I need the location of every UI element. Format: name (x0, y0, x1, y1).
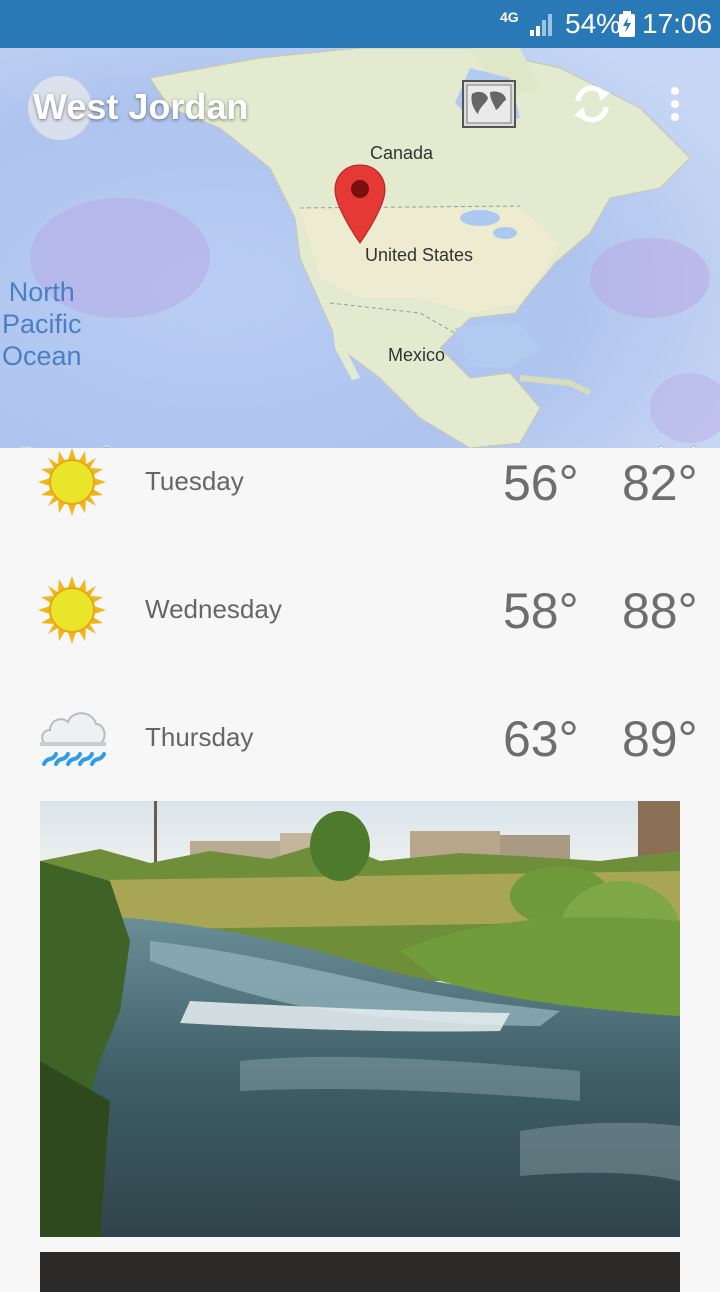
map-label-mexico: Mexico (388, 345, 446, 365)
low-temp: 63° (503, 711, 579, 767)
ocean-line-2: Pacific (2, 309, 82, 339)
forecast-row[interactable]: Wednesday 58° 88° (0, 576, 720, 704)
low-temp: 56° (503, 455, 579, 511)
city-photo[interactable] (40, 801, 680, 1237)
city-photo-image (40, 801, 680, 1237)
battery-icon (619, 11, 635, 37)
map-label-united-states: United States (365, 245, 474, 265)
day-name: Thursday (145, 722, 254, 752)
refresh-icon[interactable] (570, 83, 614, 125)
forecast-row[interactable]: Tuesday 56° 82° (0, 448, 720, 576)
high-temp: 82° (622, 455, 698, 511)
city-photo-2[interactable] (40, 1252, 680, 1292)
battery-percent: 54% (565, 8, 622, 39)
map-label-ocean: North Pacific Ocean (2, 276, 82, 372)
day-name: Tuesday (145, 466, 244, 496)
location-pin-icon[interactable] (333, 163, 387, 245)
google-logo: Google (12, 441, 131, 448)
ocean-line-3: Ocean (2, 341, 82, 371)
map-label-canada: Canada (370, 143, 434, 163)
sun-icon (38, 448, 106, 516)
clock: 17:06 (642, 8, 713, 39)
sun-icon (38, 576, 106, 644)
status-bar: 4G 54% 17:06 (0, 0, 720, 48)
signal-icon (530, 14, 552, 36)
high-temp: 89° (622, 711, 698, 767)
network-type: 4G (500, 9, 519, 25)
low-temp: 58° (503, 583, 579, 639)
high-temp: 88° (622, 583, 698, 639)
ocean-line-1: North (8, 277, 75, 307)
more-options-icon[interactable] (668, 85, 682, 125)
page-title: West Jordan (33, 86, 249, 127)
map-layer-icon[interactable] (462, 80, 516, 128)
day-name: Wednesday (145, 594, 282, 624)
rain-cloud-icon (40, 712, 106, 766)
